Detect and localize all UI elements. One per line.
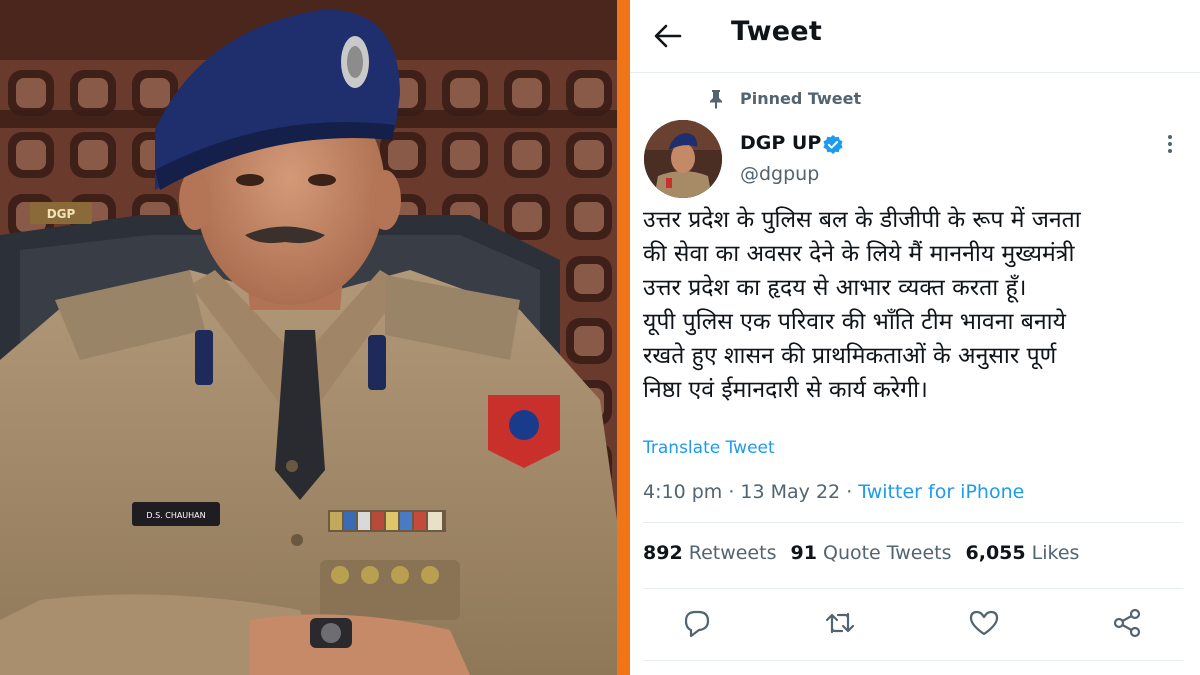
meta-separator: · [728,481,735,503]
retweets-label: Retweets [688,542,777,564]
reply-icon[interactable] [680,606,714,640]
tweet-stats: 892 Retweets 91 Quote Tweets 6,055 Likes [643,542,1093,564]
retweets-count: 892 [643,542,683,564]
tweet-source-link[interactable]: Twitter for iPhone [858,481,1024,503]
likes-count: 6,055 [965,542,1026,564]
user-handle[interactable]: @dgpup [740,163,819,185]
tweet-text-line: रखते हुए शासन की प्राथमिकताओं के अनुसार … [643,343,1057,369]
quote-tweets-stat[interactable]: 91 Quote Tweets [790,542,951,564]
tweet-text-line: उत्तर प्रदेश के पुलिस बल के डीजीपी के रू… [643,207,1081,233]
tweet-date: 13 May 22 [740,481,841,503]
tweet-text-line: यूपी पुलिस एक परिवार की भाँति टीम भावना … [643,309,1066,335]
tweet-panel: Tweet Pinned Tweet DGP UP @dgpup उत्तर प… [630,0,1200,675]
tweet-metadata: 4:10 pm · 13 May 22 · Twitter for iPhone [643,481,1024,503]
desk-sign-text: DGP [47,207,76,221]
likes-stat[interactable]: 6,055 Likes [966,542,1080,564]
tweet-text-line: निष्ठा एवं ईमानदारी से कार्य करेगी। [643,377,928,403]
arrow-left-icon[interactable] [652,22,682,50]
avatar-image [644,120,722,198]
page-title: Tweet [731,16,822,47]
avatar[interactable] [644,120,722,198]
officer-photo: D.S. CHAUHAN DGP [0,0,617,675]
divider [643,660,1183,661]
orange-divider [617,0,630,675]
share-icon[interactable] [1110,606,1144,640]
screen: D.S. CHAUHAN DGP Tweet Pinned Tweet DGP … [0,0,1200,675]
tweet-text-line: की सेवा का अवसर देने के लिये मैं माननीय … [643,241,1075,267]
retweets-stat[interactable]: 892 Retweets [643,542,776,564]
tweet-body: उत्तर प्रदेश के पुलिस बल के डीजीपी के रू… [643,203,1191,407]
officer-portrait-illustration: D.S. CHAUHAN DGP [0,0,617,675]
tweet-text-line: उत्तर प्रदेश का हृदय से आभार व्यक्त करता… [643,275,1027,301]
translate-tweet-link[interactable]: Translate Tweet [643,438,775,458]
user-display-name[interactable]: DGP UP [740,132,821,154]
retweet-icon[interactable] [823,606,857,640]
divider [643,522,1183,523]
pinned-tweet-label: Pinned Tweet [740,89,862,108]
heart-icon[interactable] [967,606,1001,640]
pin-icon [710,90,722,109]
likes-label: Likes [1031,542,1080,564]
more-vertical-icon[interactable] [1158,130,1182,158]
meta-separator: · [846,481,853,503]
divider [643,588,1183,589]
verified-badge-icon [823,135,843,154]
tweet-header: Tweet [630,0,1200,73]
quote-tweets-count: 91 [790,542,817,564]
name-tag-text: D.S. CHAUHAN [146,511,205,520]
tweet-time: 4:10 pm [643,481,723,503]
quote-tweets-label: Quote Tweets [822,542,952,564]
